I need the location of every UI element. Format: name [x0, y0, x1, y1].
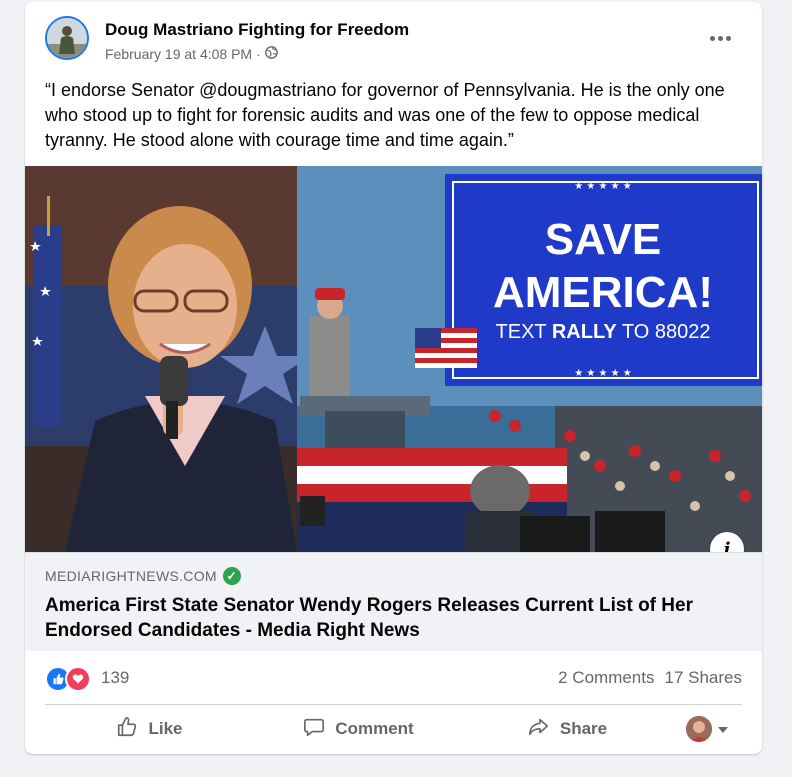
- post-stats: 139 2 Comments 17 Shares: [45, 664, 742, 692]
- like-button[interactable]: Like: [45, 709, 254, 749]
- shares-count[interactable]: 17 Shares: [665, 668, 743, 688]
- sign-text-post: TO 88022: [617, 321, 711, 343]
- post-header: Doug Mastriano Fighting for Freedom Febr…: [25, 2, 762, 74]
- sign-text-bold: RALLY: [552, 321, 617, 343]
- sign-text: TEXT RALLY TO 88022: [496, 321, 711, 343]
- share-label: Share: [559, 719, 608, 738]
- like-label: Like: [148, 719, 183, 738]
- profile-avatar: [686, 716, 712, 742]
- comment-label: Comment: [335, 719, 414, 738]
- sign-title-1: SAVE: [545, 215, 662, 264]
- link-domain: MEDIARIGHTNEWS.COM: [45, 568, 217, 584]
- page-avatar[interactable]: [45, 16, 89, 60]
- share-arrow-icon: [528, 716, 550, 743]
- link-title[interactable]: America First State Senator Wendy Rogers…: [45, 593, 745, 643]
- thumbs-up-icon: [116, 716, 138, 743]
- post-image[interactable]: ★ ★ ★ ★ ★ SAVE AMERICA! TEXT RALLY TO 88…: [25, 166, 762, 552]
- globe-icon: [264, 46, 278, 62]
- comment-button[interactable]: Comment: [254, 709, 463, 749]
- action-bar: Like Comment Share: [45, 709, 742, 749]
- meta-separator: ·: [256, 46, 261, 62]
- comments-shares: 2 Comments 17 Shares: [558, 668, 742, 688]
- sign-stars-bottom: ★ ★ ★ ★ ★: [574, 368, 632, 379]
- post-timestamp[interactable]: February 19 at 4:08 PM: [105, 46, 252, 62]
- sign-stars-top: ★ ★ ★ ★ ★: [574, 181, 632, 192]
- post-text: “I endorse Senator @dougmastriano for go…: [45, 80, 725, 150]
- caret-down-icon: [718, 719, 728, 739]
- love-reaction-icon: [65, 666, 91, 692]
- post-card: Doug Mastriano Fighting for Freedom Febr…: [25, 2, 762, 754]
- react-as-profile-button[interactable]: [672, 709, 742, 749]
- link-preview[interactable]: MEDIARIGHTNEWS.COM ✓ America First State…: [25, 552, 762, 651]
- reaction-count[interactable]: 139: [101, 668, 129, 688]
- sign-text-pre: TEXT: [496, 321, 552, 343]
- post-meta: February 19 at 4:08 PM ·: [105, 46, 278, 62]
- comments-count[interactable]: 2 Comments: [558, 668, 654, 688]
- more-options-icon[interactable]: [708, 28, 732, 48]
- verified-check-icon: ✓: [222, 567, 241, 585]
- sign-title-2: AMERICA!: [493, 268, 713, 317]
- reaction-icons[interactable]: [45, 666, 93, 692]
- link-domain-row: MEDIARIGHTNEWS.COM ✓: [45, 567, 241, 585]
- page-name-link[interactable]: Doug Mastriano Fighting for Freedom: [105, 20, 409, 40]
- share-button[interactable]: Share: [463, 709, 672, 749]
- actions-divider: [45, 704, 742, 705]
- comment-bubble-icon: [303, 716, 325, 743]
